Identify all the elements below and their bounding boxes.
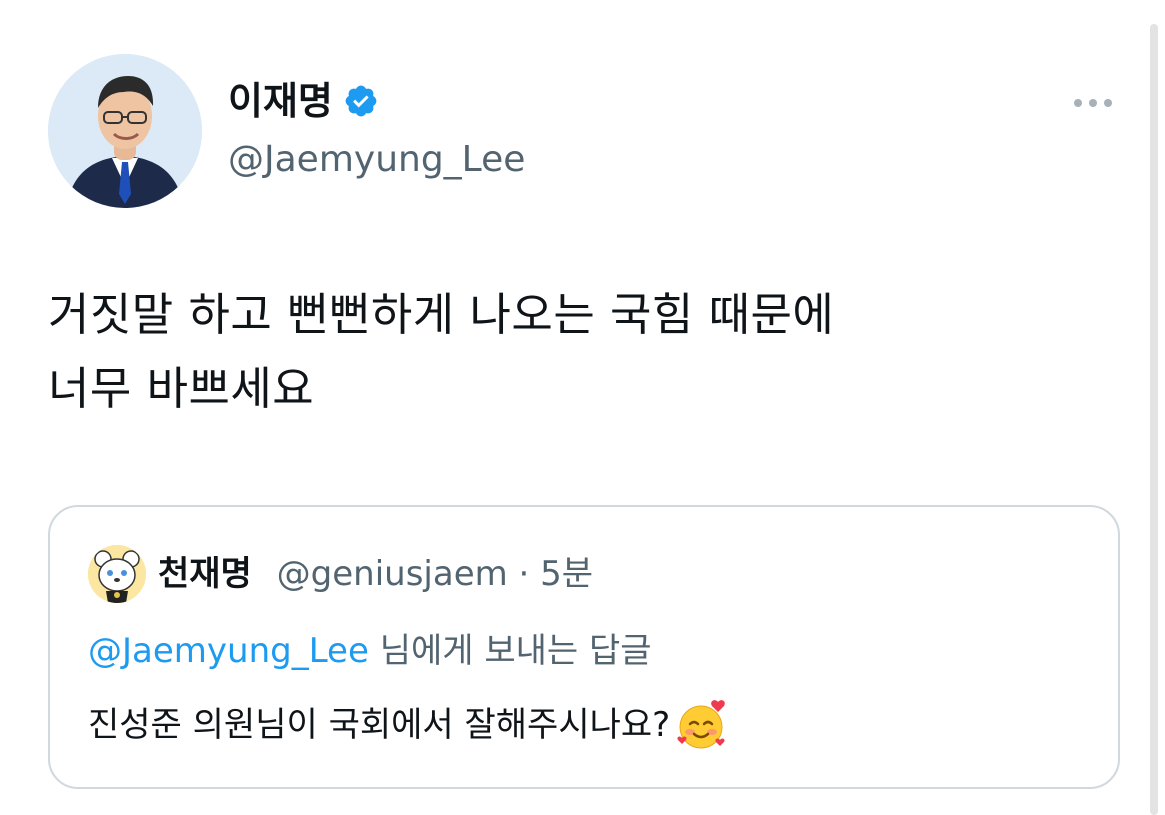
quoted-author-avatar[interactable] <box>88 545 146 603</box>
reply-to-handle-link[interactable]: @Jaemyung_Lee <box>88 631 369 671</box>
author-handle[interactable]: @Jaemyung_Lee <box>228 137 525 183</box>
bear-avatar-icon <box>88 545 146 603</box>
reply-to-suffix: 님에게 보내는 답글 <box>368 631 652 671</box>
quoted-tweet-card[interactable]: 천재명 @geniusjaem · 5분 @Jaemyung_Lee 님에게 보… <box>48 505 1120 789</box>
tweet-detail-page: 이재명 @Jaemyung_Lee 거짓말 하고 뻔뻔하게 나오는 국힘 때문에… <box>0 0 1165 815</box>
author-display-name[interactable]: 이재명 <box>228 78 379 124</box>
replying-to-line: @Jaemyung_Lee 님에게 보내는 답글 <box>88 628 652 674</box>
verified-badge-icon <box>345 85 377 117</box>
meta-separator: · <box>507 554 541 594</box>
profile-photo-icon <box>48 54 202 208</box>
author-avatar[interactable] <box>48 54 202 208</box>
author-name-text: 이재명 <box>228 79 333 123</box>
quoted-tweet-time[interactable]: 5분 <box>540 554 593 594</box>
scrollbar[interactable] <box>1150 24 1158 815</box>
tweet-text-line: 너무 바쁘세요 <box>48 362 315 415</box>
smiling-face-with-hearts-icon <box>677 700 726 749</box>
ellipsis-icon[interactable] <box>1070 94 1116 112</box>
quoted-tweet-header: 천재명 @geniusjaem · 5분 <box>158 551 593 597</box>
quoted-author-name[interactable]: 천재명 <box>158 554 252 594</box>
quoted-author-handle[interactable]: @geniusjaem <box>277 554 508 594</box>
tweet-text: 거짓말 하고 뻔뻔하게 나오는 국힘 때문에 너무 바쁘세요 <box>48 278 1108 426</box>
quoted-tweet-text: 진성준 의원님이 국회에서 잘해주시나요? <box>88 698 728 752</box>
tweet-text-line: 거짓말 하고 뻔뻔하게 나오는 국힘 때문에 <box>48 288 835 341</box>
quoted-tweet-text-content: 진성준 의원님이 국회에서 잘해주시나요? <box>88 705 671 745</box>
